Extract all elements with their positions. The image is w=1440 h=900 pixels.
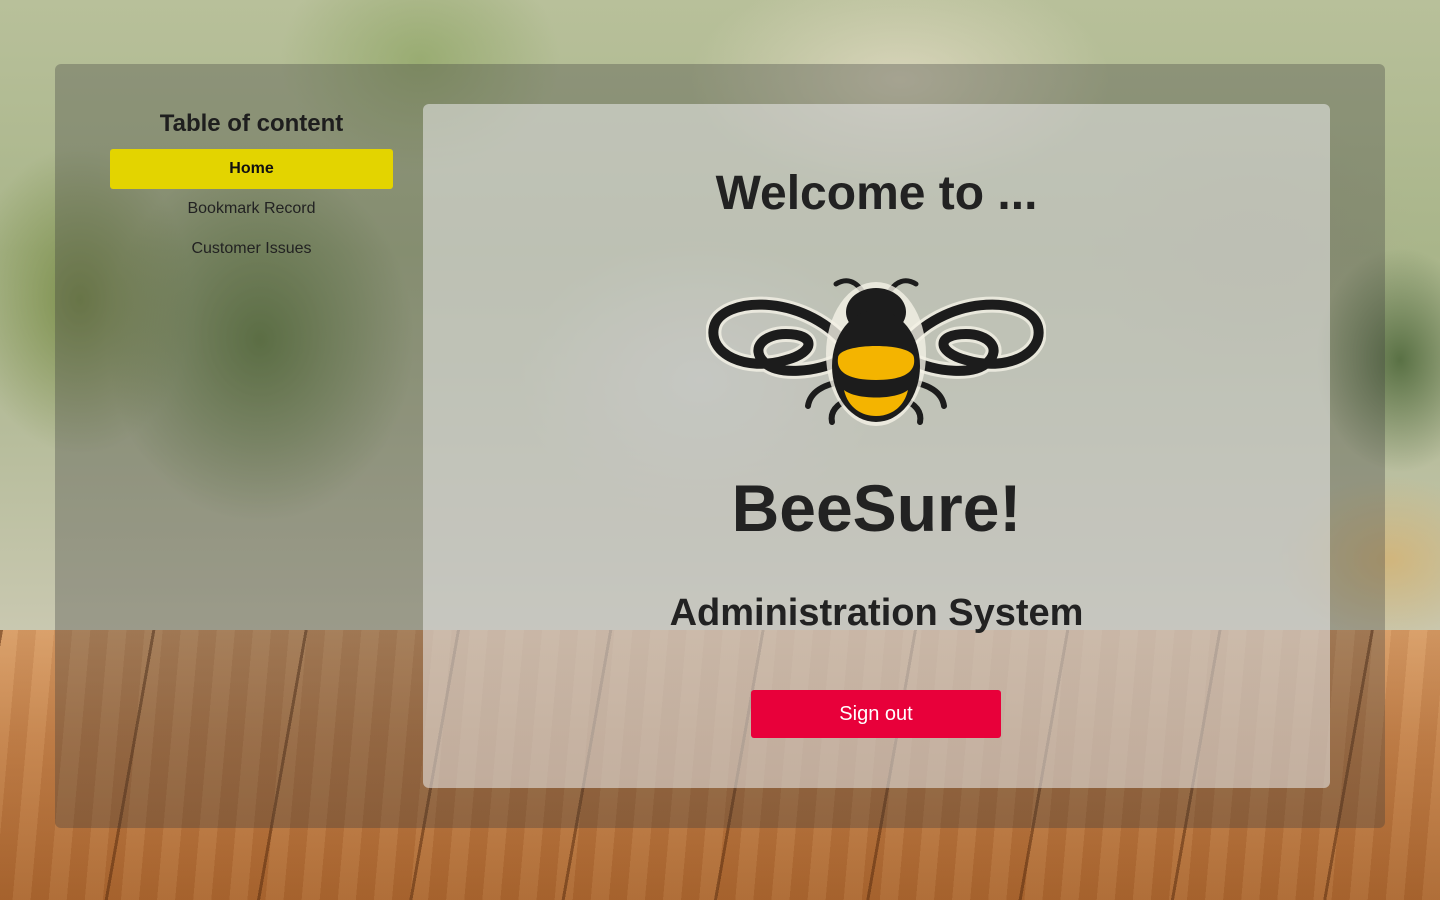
sidebar-item-home[interactable]: Home: [110, 149, 393, 189]
brand-name: BeeSure!: [731, 471, 1022, 545]
bee-icon: [706, 278, 1046, 426]
system-subtitle: Administration System: [669, 592, 1084, 634]
welcome-card: Welcome to ... BeeSure! Administration S…: [423, 104, 1330, 788]
sidebar-item-bookmark-record[interactable]: Bookmark Record: [110, 189, 393, 229]
sidebar-item-customer-issues[interactable]: Customer Issues: [110, 229, 393, 269]
sidebar-title: Table of content: [159, 110, 344, 137]
table-of-content: Table of content Home Bookmark Record Cu…: [110, 104, 393, 269]
welcome-heading: Welcome to ...: [715, 167, 1038, 220]
sign-out-button[interactable]: Sign out: [751, 690, 1001, 738]
